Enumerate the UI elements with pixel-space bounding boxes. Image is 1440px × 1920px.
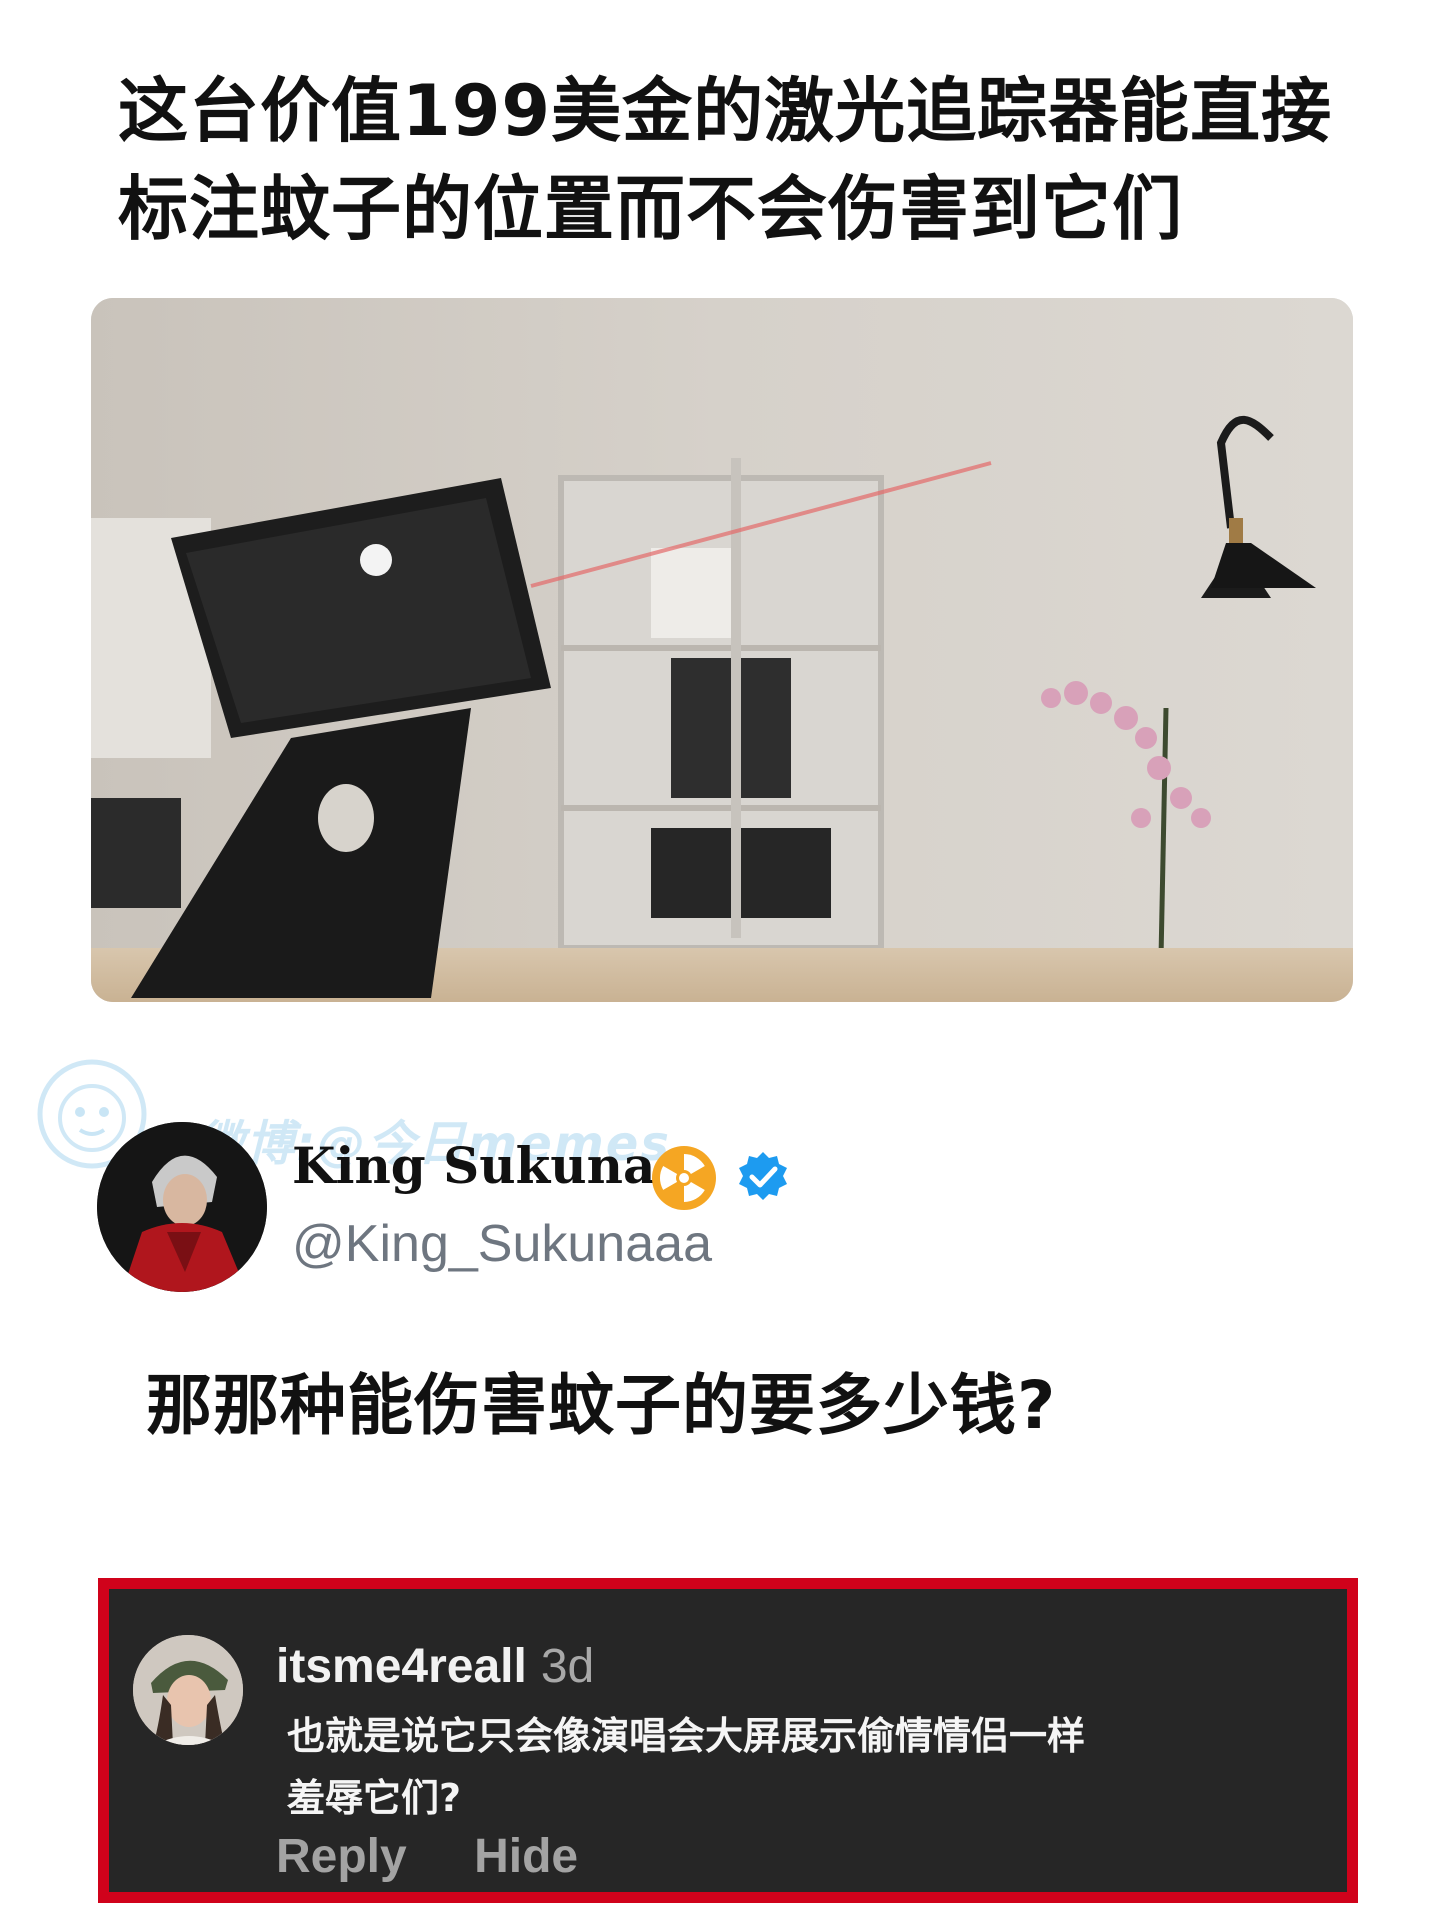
comment-text-line-2: 羞辱它们?	[287, 1776, 462, 1820]
verified-check-icon	[739, 1152, 787, 1200]
comment-timestamp: 3d	[540, 1640, 595, 1693]
comment-card: itsme4reall 3d 也就是说它只会像演唱会大屏展示偷情情侣一样 羞辱它们…	[98, 1578, 1358, 1903]
headline: 这台价值199美金的激光追踪器能直接 标注蚊子的位置而不会伤害到它们	[118, 62, 1368, 258]
tweet-avatar[interactable]	[97, 1122, 267, 1292]
headline-line-1: 这台价值199美金的激光追踪器能直接	[118, 70, 1333, 152]
comment-username[interactable]: itsme4reall	[276, 1640, 527, 1693]
comment-actions: Reply Hide	[276, 1829, 632, 1884]
comment-avatar[interactable]	[133, 1635, 243, 1745]
product-photo	[91, 298, 1353, 1002]
tweet-display-name[interactable]: King Sukuna	[292, 1136, 655, 1195]
headline-line-2: 标注蚊子的位置而不会伤害到它们	[118, 168, 1183, 250]
reply-button[interactable]: Reply	[276, 1830, 407, 1883]
comment-username-row: itsme4reall 3d	[276, 1639, 594, 1694]
comment-text-line-1: 也就是说它只会像演唱会大屏展示偷情情侣一样	[287, 1714, 1086, 1758]
radioactive-icon	[652, 1146, 716, 1210]
tweet-handle[interactable]: @King_Sukunaaa	[292, 1214, 712, 1274]
hide-button[interactable]: Hide	[474, 1830, 578, 1883]
tweet-body: 那那种能伤害蚊子的要多少钱?	[146, 1367, 1057, 1444]
comment-text: 也就是说它只会像演唱会大屏展示偷情情侣一样 羞辱它们?	[287, 1705, 1327, 1829]
